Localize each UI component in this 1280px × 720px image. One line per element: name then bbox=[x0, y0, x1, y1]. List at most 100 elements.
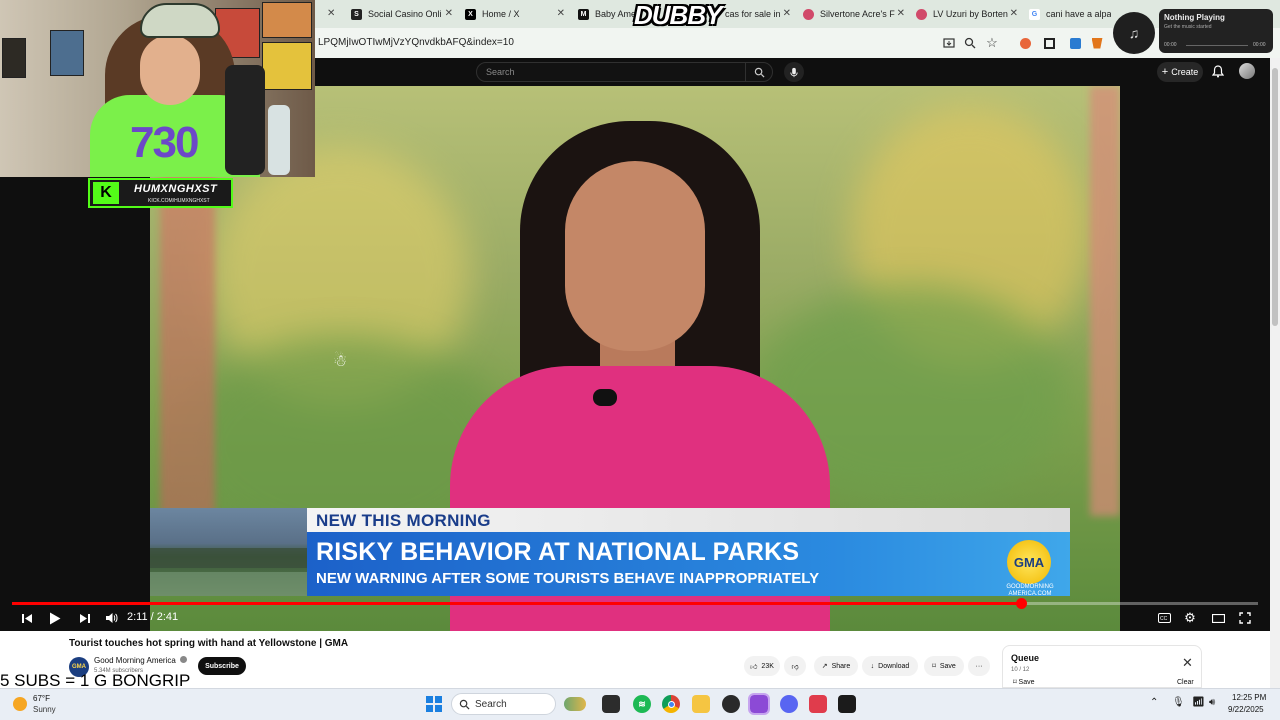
video-progress-bar[interactable] bbox=[12, 598, 1258, 609]
account-avatar[interactable] bbox=[1239, 63, 1255, 79]
weather-sun-icon[interactable] bbox=[13, 697, 27, 711]
svg-text:CC: CC bbox=[1160, 616, 1168, 622]
page-scrollbar[interactable] bbox=[1270, 58, 1280, 688]
chevron-up-icon[interactable]: ⌃ bbox=[1150, 697, 1158, 708]
tab-lv-uzuri[interactable]: LV Uzuri by Borten ✕ bbox=[910, 3, 1022, 25]
previous-icon[interactable] bbox=[18, 610, 36, 626]
extension-icon[interactable] bbox=[1041, 35, 1057, 51]
next-icon[interactable] bbox=[75, 610, 93, 626]
mic-icon[interactable]: 🎙︎ bbox=[1172, 697, 1185, 708]
volume-icon[interactable]: 🔊︎ bbox=[1209, 697, 1215, 708]
save-button[interactable]: ⌑ Save bbox=[924, 656, 964, 676]
streamer-webcam: 730 bbox=[0, 0, 315, 177]
app-icon[interactable] bbox=[722, 695, 740, 713]
ghost-cursor-icon: ☃ bbox=[333, 353, 348, 370]
theater-mode-icon[interactable] bbox=[1209, 610, 1227, 626]
fullscreen-icon[interactable] bbox=[1236, 610, 1254, 626]
wall-poster bbox=[2, 38, 26, 78]
video-title: Tourist touches hot spring with hand at … bbox=[69, 638, 349, 649]
music-duration: 00:00 bbox=[1253, 42, 1266, 48]
spotify-icon[interactable]: ≋ bbox=[633, 695, 651, 713]
app-icon[interactable] bbox=[809, 695, 827, 713]
tab-silvertone[interactable]: Silvertone Acre's F ✕ bbox=[797, 3, 909, 25]
clock-time[interactable]: 12:25 PM bbox=[1232, 693, 1266, 702]
dislike-button[interactable]: 👎︎ bbox=[784, 656, 806, 676]
metamask-icon[interactable] bbox=[1089, 35, 1105, 51]
scrollbar-thumb[interactable] bbox=[1272, 68, 1278, 326]
gma-logo: GMA bbox=[1007, 540, 1051, 584]
url-text[interactable]: LPQMjIwOTIwMjVzYQnvdkbAFQ&index=10 bbox=[318, 37, 514, 48]
tab-social-casino[interactable]: S Social Casino Onli ✕ bbox=[345, 3, 457, 25]
notifications-bell-icon[interactable] bbox=[1211, 65, 1225, 83]
close-icon[interactable]: ✕ bbox=[445, 8, 453, 19]
bookmark-icon: ⌑ bbox=[932, 663, 936, 670]
close-icon[interactable]: ✕ bbox=[897, 8, 905, 19]
circle-icon bbox=[803, 8, 814, 20]
news-lower-third: NEW THIS MORNING RISKY BEHAVIOR AT NATIO… bbox=[150, 508, 1070, 597]
anchor-face bbox=[565, 161, 705, 351]
create-button[interactable]: + Create bbox=[1157, 62, 1203, 82]
background-pillar bbox=[1090, 86, 1120, 516]
extension-icon[interactable] bbox=[1017, 35, 1033, 51]
tab-alpacas-for-sale[interactable]: cas for sale in ✕ bbox=[719, 3, 795, 25]
tab-alpaca-search[interactable]: G cani have a alpaca bbox=[1023, 3, 1111, 25]
lapel-mic bbox=[593, 389, 617, 406]
mail-icon: M bbox=[578, 8, 589, 20]
now-playing-widget: Nothing Playing Get the music started 00… bbox=[1159, 9, 1273, 53]
more-actions-button[interactable]: ··· bbox=[968, 656, 990, 676]
like-button[interactable]: 👍︎ 23K bbox=[744, 656, 780, 676]
search-input[interactable]: Search bbox=[476, 62, 773, 82]
close-icon[interactable]: ✕ bbox=[783, 8, 791, 19]
terminal-icon[interactable] bbox=[838, 695, 856, 713]
task-view-icon[interactable] bbox=[602, 695, 620, 713]
taskbar-search[interactable]: Search bbox=[451, 693, 586, 715]
zoom-icon[interactable] bbox=[962, 35, 978, 51]
extension-icon[interactable] bbox=[1067, 35, 1083, 51]
thumbs-up-icon: 👍︎ bbox=[750, 663, 758, 671]
queue-close-icon[interactable]: ✕ bbox=[1182, 655, 1193, 671]
time-display: 2:11 / 2:41 bbox=[127, 611, 179, 623]
subscribe-button[interactable]: Subscribe bbox=[198, 657, 246, 675]
volume-icon[interactable] bbox=[102, 610, 120, 626]
tab-label: cani have a alpaca bbox=[1046, 9, 1111, 19]
queue-save-button[interactable]: ⌑ Save bbox=[1013, 678, 1035, 686]
clock-date[interactable]: 9/22/2025 bbox=[1228, 705, 1264, 714]
circle-icon bbox=[916, 8, 927, 20]
queue-count: 10 / 12 bbox=[1011, 667, 1030, 673]
close-icon[interactable]: ✕ bbox=[557, 8, 565, 19]
weather-condition[interactable]: Sunny bbox=[33, 705, 56, 714]
kick-logo-icon: K bbox=[93, 182, 119, 204]
install-icon[interactable] bbox=[941, 35, 957, 51]
tab-home-x[interactable]: X Home / X ✕ bbox=[459, 3, 569, 25]
bottle bbox=[268, 105, 290, 175]
settings-gear-icon[interactable]: ⚙ bbox=[1181, 610, 1199, 626]
discord-icon[interactable] bbox=[780, 695, 798, 713]
close-icon[interactable]: ✕ bbox=[1010, 8, 1018, 19]
wifi-icon[interactable]: 📶︎ bbox=[1192, 697, 1205, 708]
tab-label: LV Uzuri by Borten bbox=[933, 9, 1008, 19]
queue-clear-button[interactable]: Clear bbox=[1177, 679, 1194, 686]
tab-label: Social Casino Onli bbox=[368, 9, 442, 19]
windows-start-icon[interactable] bbox=[425, 695, 443, 713]
captions-icon[interactable]: CC bbox=[1155, 610, 1173, 626]
weather-temp[interactable]: 67°F bbox=[33, 694, 50, 703]
chrome-icon[interactable] bbox=[662, 695, 680, 713]
wall-poster bbox=[262, 2, 312, 38]
voice-search-button[interactable] bbox=[784, 62, 804, 82]
shirt-number: 730 bbox=[130, 118, 199, 167]
kicker-text: NEW THIS MORNING bbox=[316, 511, 491, 530]
tab-close-icon[interactable]: ✕ bbox=[327, 8, 335, 19]
tab-baby-amer[interactable]: M Baby Amer bbox=[572, 3, 638, 25]
share-button[interactable]: ↗ Share bbox=[814, 656, 858, 676]
search-button[interactable] bbox=[745, 62, 773, 82]
play-icon[interactable] bbox=[46, 610, 64, 626]
file-explorer-icon[interactable] bbox=[692, 695, 710, 713]
tab-label: cas for sale in bbox=[725, 9, 781, 19]
save-label: Save bbox=[939, 662, 956, 670]
bookmark-star-icon[interactable]: ☆ bbox=[984, 35, 1000, 51]
channel-name[interactable]: Good Morning America bbox=[94, 656, 188, 665]
kick-url: KICK.COM/HUMXNGHXST bbox=[148, 198, 210, 204]
obs-icon[interactable] bbox=[748, 693, 770, 715]
kick-username: HUMXNGHXST bbox=[134, 183, 218, 195]
download-button[interactable]: ↓ Download bbox=[862, 656, 918, 676]
